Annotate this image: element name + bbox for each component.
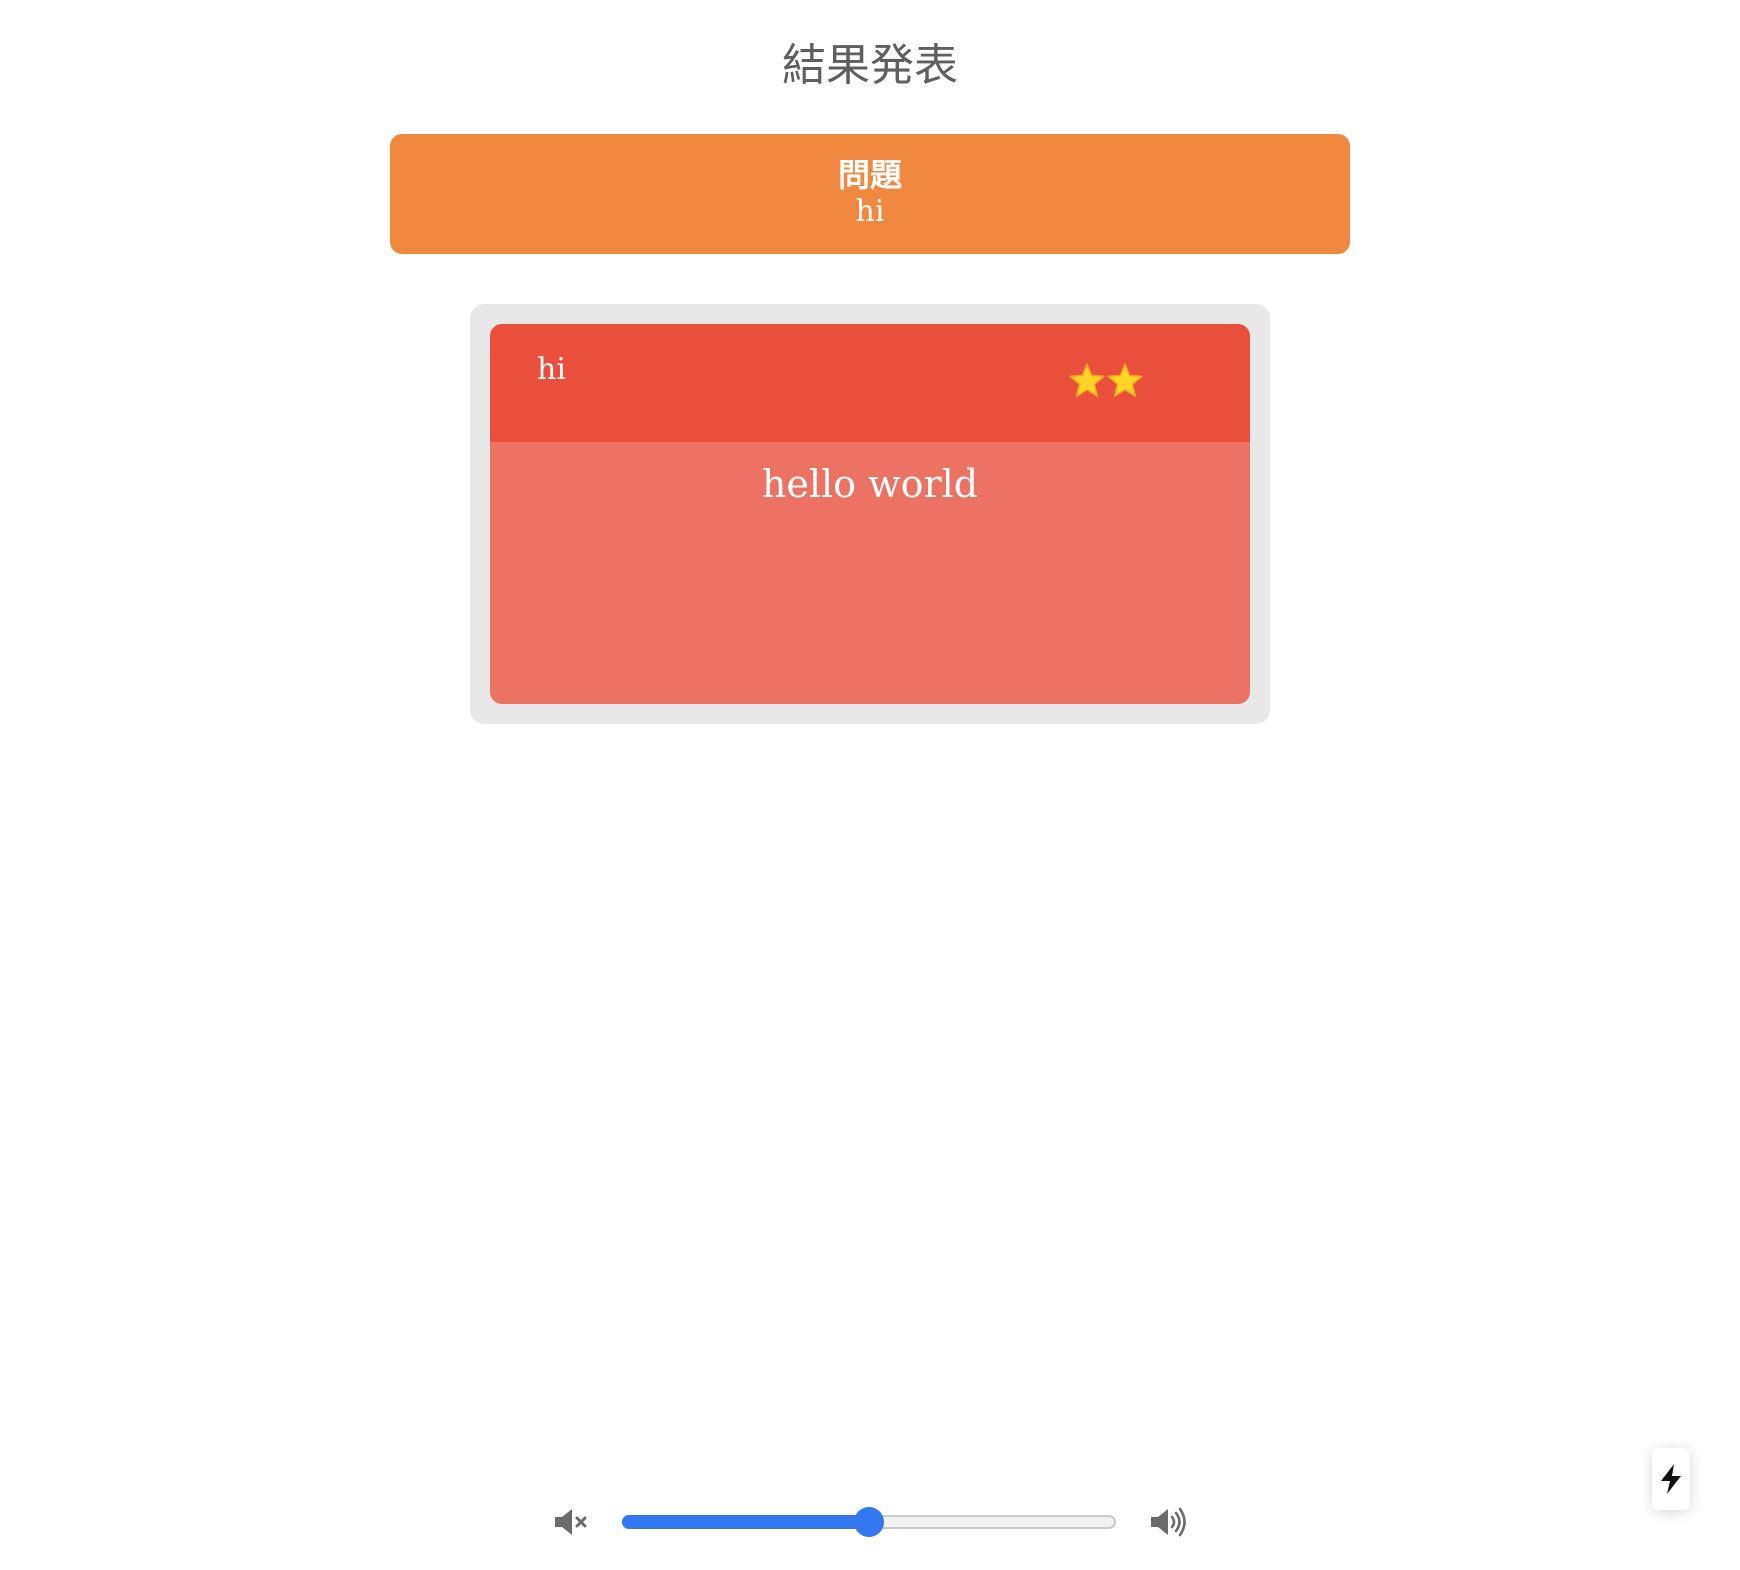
star-rating — [1068, 362, 1148, 402]
star-icon — [1069, 363, 1105, 398]
page-title: 結果発表 — [782, 40, 958, 91]
answer-card: hi hello world — [490, 324, 1250, 704]
volume-mute-icon[interactable] — [554, 1507, 588, 1537]
volume-slider-fill — [622, 1515, 869, 1529]
answer-text: hello world — [761, 462, 979, 506]
volume-up-icon[interactable] — [1150, 1507, 1186, 1537]
devtools-button[interactable] — [1652, 1448, 1690, 1510]
lightning-bolt-icon — [1661, 1464, 1681, 1494]
question-text: hi — [855, 194, 885, 229]
answer-player-name: hi — [537, 352, 566, 387]
volume-control — [554, 1506, 1186, 1540]
volume-slider-thumb[interactable] — [854, 1507, 884, 1537]
answer-card-header: hi — [490, 324, 1250, 442]
question-banner: 問題 hi — [390, 134, 1350, 254]
answer-frame: hi hello world — [470, 304, 1270, 724]
star-icon — [1107, 363, 1143, 398]
question-heading: 問題 — [837, 156, 902, 194]
